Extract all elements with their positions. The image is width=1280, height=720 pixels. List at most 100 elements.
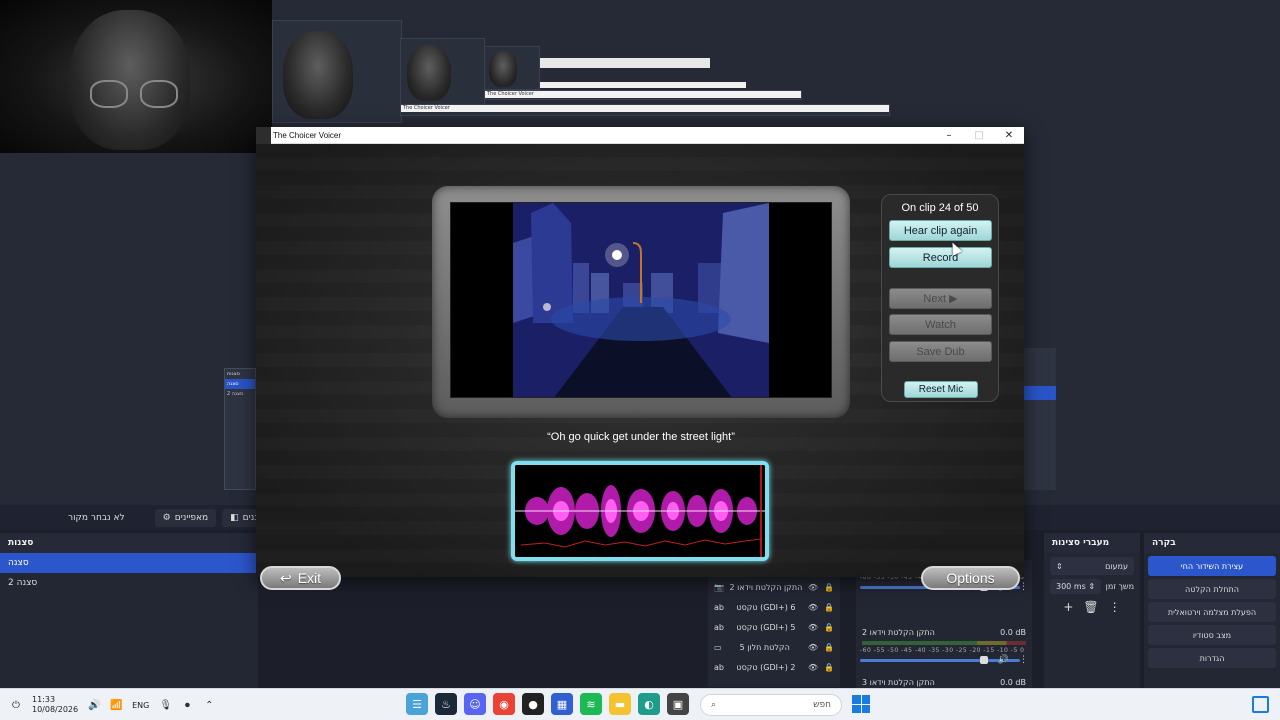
source-row[interactable]: ab טקסט (GDI+) 2 👁 🔒: [708, 657, 840, 677]
properties-button[interactable]: ⚙ מאפיינים: [154, 508, 217, 527]
exit-label: Exit: [297, 570, 322, 586]
lock-icon[interactable]: 🔒: [824, 603, 834, 612]
camera-icon: 📷: [714, 582, 724, 592]
language-indicator[interactable]: ENG: [132, 701, 149, 710]
controls-title: בקרה: [1144, 533, 1280, 553]
updown-icon: ⇕: [1056, 561, 1063, 571]
volume-knob[interactable]: [979, 656, 988, 664]
steam-icon[interactable]: ♨: [435, 693, 457, 715]
discord-icon[interactable]: ☺: [464, 693, 486, 715]
lock-icon[interactable]: 🔒: [824, 623, 834, 632]
obs-icon[interactable]: ●: [522, 693, 544, 715]
recursive-capture-2: [400, 38, 485, 106]
start-recording-button[interactable]: התחלת הקלטה: [1148, 579, 1276, 599]
clock[interactable]: 11:33 10/08/2026: [32, 695, 78, 715]
app-body: On clip 24 of 50 Hear clip again Record …: [256, 144, 1024, 590]
chevron-up-icon[interactable]: ⌃: [203, 700, 215, 711]
eye-icon[interactable]: 👁: [808, 583, 818, 592]
close-icon[interactable]: ✕: [994, 130, 1024, 141]
more-options-icon[interactable]: ⋮: [1019, 655, 1028, 665]
eye-icon[interactable]: 👁: [808, 643, 818, 652]
eye-icon[interactable]: 👁: [808, 603, 818, 612]
recursive-strip: [540, 82, 746, 88]
lock-icon[interactable]: 🔒: [824, 583, 834, 592]
transitions-title: מעברי סצינות: [1044, 533, 1140, 553]
recursive-scenes-header: סצנות: [227, 371, 240, 377]
start-button[interactable]: [852, 695, 870, 713]
studio-mode-button[interactable]: מצב סטודיו: [1148, 625, 1276, 645]
exit-button[interactable]: ↩ Exit: [260, 566, 341, 590]
volume-icon[interactable]: 🔊: [88, 700, 100, 711]
settings-label: הגדרות: [1199, 653, 1225, 663]
more-options-icon[interactable]: ⋮: [1109, 600, 1121, 614]
window-controls: – □ ✕: [934, 130, 1024, 141]
recursive-window-bar: The Choicer Voicer: [400, 104, 890, 116]
source-row[interactable]: 📷 התקן הקלטת וידאו 2 👁 🔒: [708, 577, 840, 597]
windows-taskbar: ⏻ 11:33 10/08/2026 🔊 📶 ENG 🎙 ⏺ ⌃ ☰ ♨ ☺ ◉…: [0, 688, 1280, 720]
glasses-left: [90, 80, 128, 108]
duration-value: 300 ms: [1056, 582, 1086, 591]
properties-label: מאפיינים: [174, 512, 209, 523]
folder-icon[interactable]: ▬: [609, 693, 631, 715]
app-window-icon[interactable]: ▣: [667, 693, 689, 715]
eye-icon[interactable]: 👁: [808, 623, 818, 632]
next-label: Next ▶: [923, 293, 958, 305]
system-tray: ⏻ 11:33 10/08/2026 🔊 📶 ENG 🎙 ⏺ ⌃: [10, 689, 215, 720]
reset-mic-button[interactable]: Reset Mic: [904, 381, 978, 398]
waveform-graphic: [515, 465, 765, 557]
save-dub-button[interactable]: Save Dub: [889, 341, 992, 362]
recursive-title: The Choicer Voicer: [403, 105, 450, 111]
wifi-icon[interactable]: 📶: [110, 700, 122, 711]
text-icon: ab: [714, 602, 724, 612]
recording-icon[interactable]: ⏺: [181, 700, 193, 711]
calculator-icon[interactable]: ▦: [551, 693, 573, 715]
more-options-icon[interactable]: ⋮: [1019, 582, 1028, 592]
scene-label: סצנה: [8, 558, 29, 568]
source-row[interactable]: ▭ הקלטת חלון 5 👁 🔒: [708, 637, 840, 657]
lock-icon[interactable]: 🔒: [824, 643, 834, 652]
mixer-scale: -60 -55 -50 -45 -40 -35 -30 -25 -20 -15 …: [860, 647, 1025, 654]
studio-mode-label: מצב סטודיו: [1192, 630, 1232, 640]
hear-clip-again-button[interactable]: Hear clip again: [889, 220, 992, 241]
back-arrow-icon: ↩: [279, 569, 292, 586]
transition-value: עמעום: [1105, 561, 1128, 571]
plus-icon[interactable]: +: [1063, 600, 1073, 614]
volume-slider[interactable]: 🔊 ⋮: [860, 654, 1028, 666]
lock-icon[interactable]: 🔒: [824, 663, 834, 672]
windows-logo-pane: [861, 695, 870, 704]
record-button[interactable]: Record: [889, 247, 992, 268]
recursive-scene-item: סצנה 2: [227, 391, 244, 397]
edge-icon[interactable]: ◐: [638, 693, 660, 715]
virtual-camera-button[interactable]: הפעלת מצלמה וירטואלית: [1148, 602, 1276, 622]
trash-icon[interactable]: 🗑: [1083, 600, 1098, 614]
next-button[interactable]: Next ▶: [889, 288, 992, 309]
settings-button[interactable]: הגדרות: [1148, 648, 1276, 668]
gear-icon: ⚙: [162, 512, 171, 523]
source-row[interactable]: ab טקסט (GDI+) 5 👁 🔒: [708, 617, 840, 637]
watch-button[interactable]: Watch: [889, 314, 992, 335]
mixer-channel-db: 0.0 dB: [1000, 678, 1026, 687]
reset-mic-label: Reset Mic: [918, 384, 964, 395]
recursive-strip: [540, 58, 710, 68]
transition-select[interactable]: ⇕ עמעום: [1050, 557, 1134, 575]
spotify-icon[interactable]: ≋: [580, 693, 602, 715]
minimize-icon[interactable]: –: [934, 130, 964, 141]
power-icon[interactable]: ⏻: [10, 700, 22, 711]
webcam-face: [489, 51, 517, 87]
scene-item[interactable]: סצנה: [0, 553, 258, 573]
maximize-icon[interactable]: □: [964, 130, 994, 141]
scene-item[interactable]: סצנה 2: [0, 573, 258, 593]
show-desktop-icon[interactable]: [1252, 696, 1269, 713]
stop-streaming-button[interactable]: עצירת השידור החי: [1148, 556, 1276, 576]
duration-spinner[interactable]: 300 ms ⇕: [1050, 579, 1102, 594]
mixer-channel-name: התקן הקלטת וידאו 2: [862, 628, 935, 637]
chrome-icon[interactable]: ◉: [493, 693, 515, 715]
notes-app-icon[interactable]: ☰: [406, 693, 428, 715]
eye-icon[interactable]: 👁: [808, 663, 818, 672]
speaker-icon[interactable]: 🔊: [998, 655, 1009, 665]
microphone-icon[interactable]: 🎙: [159, 700, 172, 711]
options-button[interactable]: Options: [921, 566, 1020, 590]
taskbar-search[interactable]: ⌕ חפש: [700, 694, 842, 716]
source-row[interactable]: ab טקסט (GDI+) 6 👁 🔒: [708, 597, 840, 617]
clip-still: [513, 203, 769, 397]
